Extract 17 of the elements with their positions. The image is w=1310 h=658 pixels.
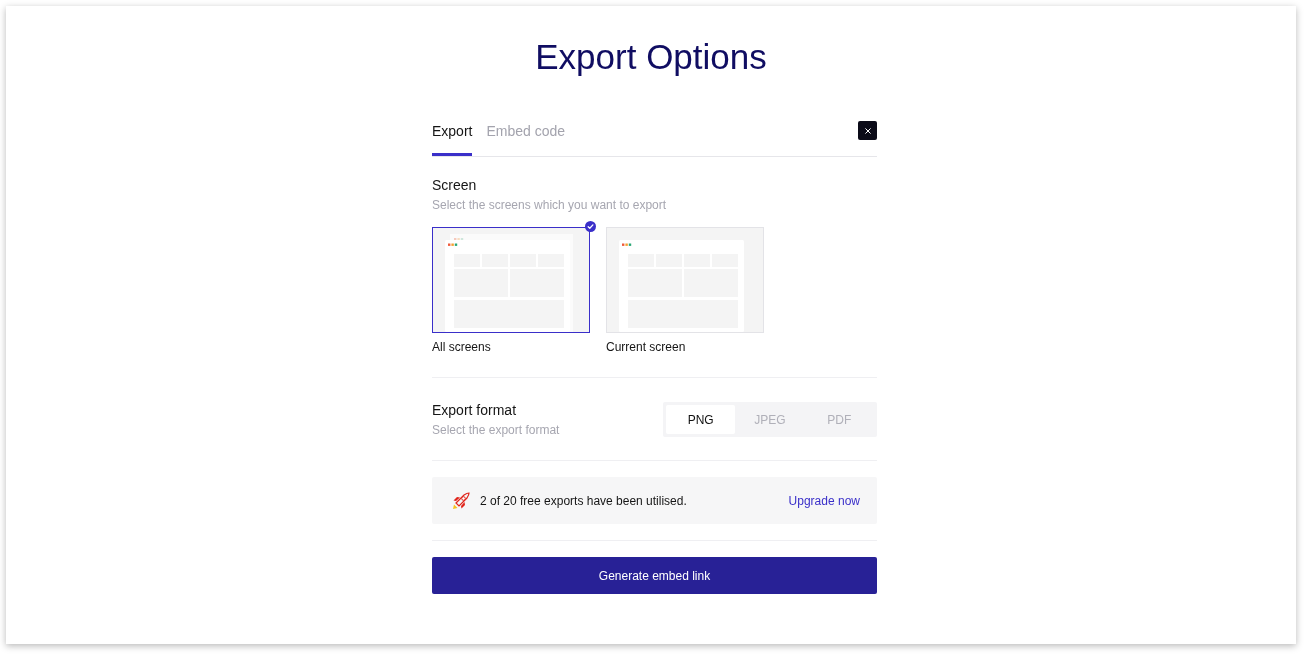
screen-thumbnail[interactable] <box>432 227 590 333</box>
screen-option-label[interactable]: Current screen <box>606 339 764 355</box>
tab[interactable]: Export <box>432 121 473 156</box>
format-option[interactable]: PNG <box>666 405 736 434</box>
close-icon <box>864 127 871 134</box>
section-heading: Export format <box>432 401 518 420</box>
usage-message: 2 of 20 free exports have been utilised. <box>480 493 687 508</box>
check-icon <box>585 221 596 232</box>
section-description: Select the screens which you want to export <box>432 197 668 213</box>
upgrade-link[interactable]: Upgrade now <box>788 493 860 508</box>
screen-option-label[interactable]: All screens <box>432 339 590 355</box>
close-button[interactable] <box>858 121 877 140</box>
dialog-title: Export Options <box>534 37 768 77</box>
section-description: Select the export format <box>432 422 560 438</box>
generate-button[interactable]: Generate embed link <box>432 557 877 594</box>
rocket-icon <box>451 490 471 511</box>
section-heading: Screen <box>432 176 478 195</box>
